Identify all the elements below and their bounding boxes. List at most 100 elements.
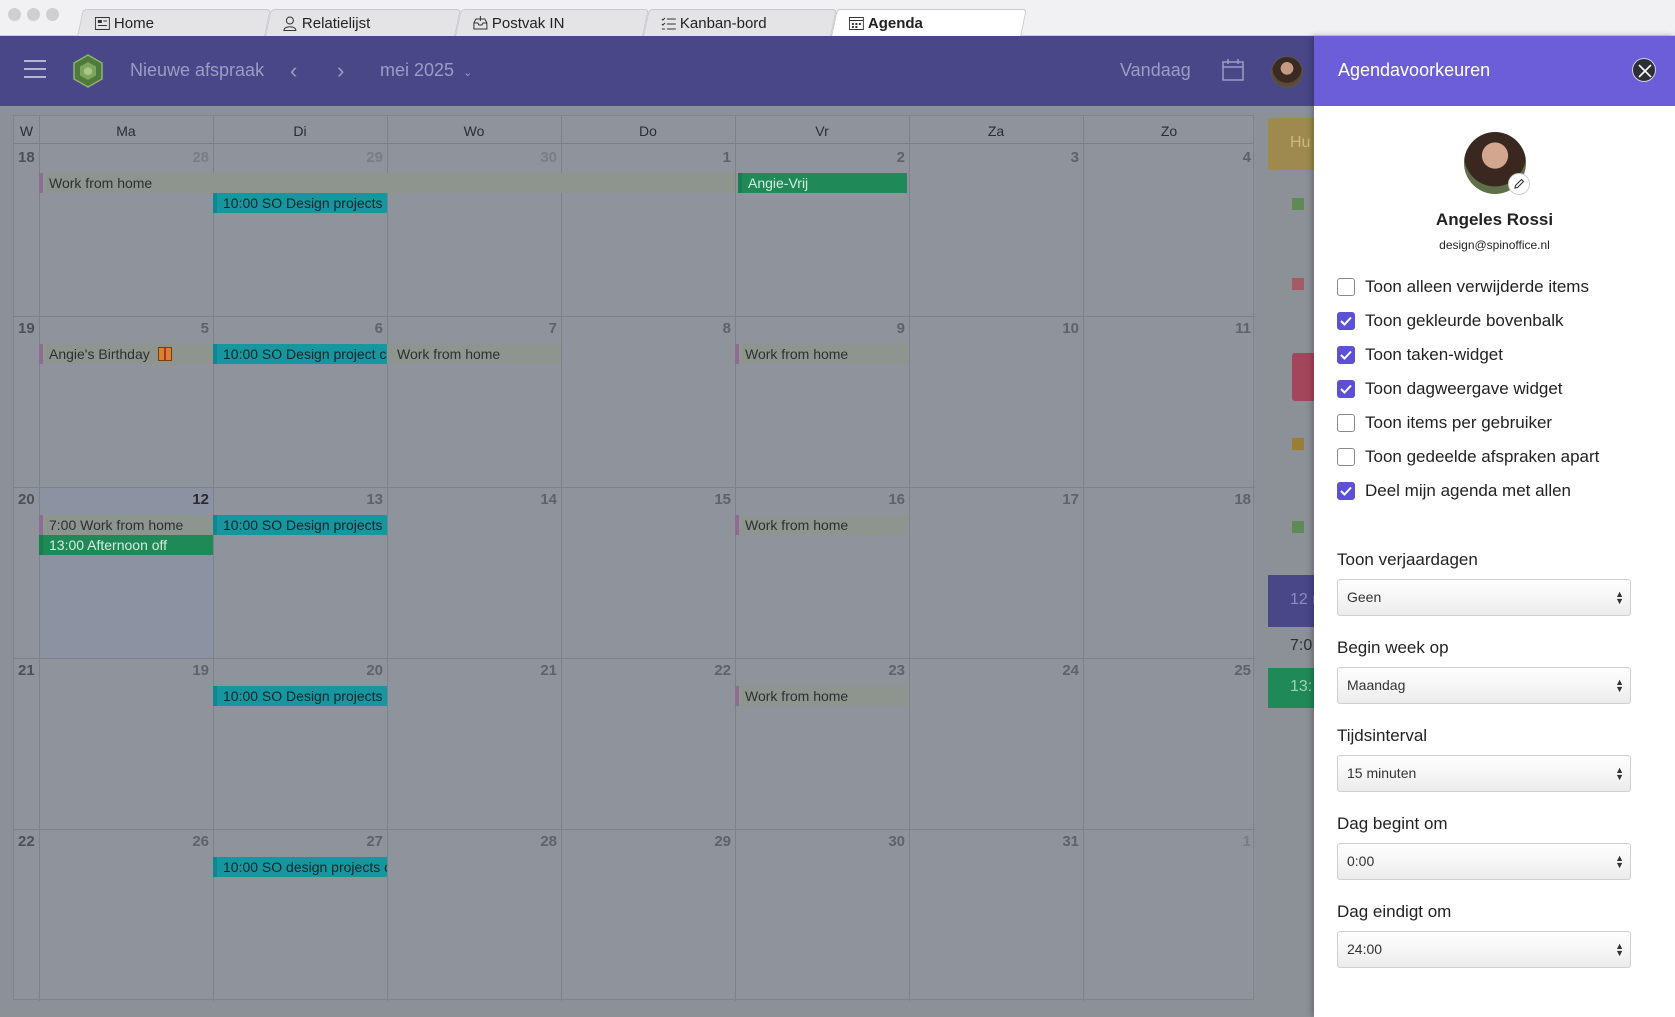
day-start-select[interactable]: 0:00 ▲ ▼	[1337, 843, 1631, 880]
option-share-agenda[interactable]: Deel mijn agenda met allen	[1337, 480, 1571, 502]
event-so-design[interactable]: 10:00 SO design projects c	[213, 857, 387, 877]
birthdays-select[interactable]: Geen ▲ ▼	[1337, 579, 1631, 616]
day-number[interactable]: 5	[169, 320, 209, 337]
day-number[interactable]: 27	[343, 833, 383, 850]
checkbox[interactable]	[1337, 414, 1355, 432]
day-number[interactable]: 29	[343, 149, 383, 166]
day-number[interactable]: 12	[169, 491, 209, 508]
checkbox[interactable]	[1337, 380, 1355, 398]
option-day-widget[interactable]: Toon dagweergave widget	[1337, 378, 1563, 400]
tab-agenda-label: Agenda	[867, 14, 923, 32]
day-number[interactable]: 11	[1211, 320, 1251, 337]
option-items-per-user[interactable]: Toon items per gebruiker	[1337, 412, 1552, 434]
window-minimize-dot[interactable]	[27, 8, 40, 21]
option-label: Toon taken-widget	[1365, 345, 1503, 364]
today-button[interactable]: Vandaag	[1120, 60, 1191, 81]
day-number[interactable]: 1	[691, 149, 731, 166]
day-number[interactable]: 9	[865, 320, 905, 337]
event-work-from-home[interactable]: Work from home	[735, 515, 909, 535]
day-number[interactable]: 15	[691, 491, 731, 508]
side-widgets: Hu 12 n 7:0 13:	[1262, 115, 1332, 1000]
new-appointment-button[interactable]: Nieuwe afspraak	[130, 60, 264, 81]
window-close-dot[interactable]	[8, 8, 21, 21]
day-number[interactable]: 21	[517, 662, 557, 679]
day-number[interactable]: 4	[1211, 149, 1251, 166]
option-shared-separate[interactable]: Toon gedeelde afspraken apart	[1337, 446, 1599, 468]
day-number[interactable]: 8	[691, 320, 731, 337]
week-number[interactable]: 21	[18, 662, 35, 679]
event-work-from-home[interactable]: Work from home	[39, 173, 735, 193]
tab-kanban[interactable]: Kanban-bord	[643, 9, 837, 36]
calendar-picker-icon[interactable]	[1222, 59, 1244, 81]
event-so-design[interactable]: 10:00 SO Design projects c	[213, 686, 387, 706]
day-number[interactable]: 6	[343, 320, 383, 337]
day-number[interactable]: 22	[691, 662, 731, 679]
day-number[interactable]: 7	[517, 320, 557, 337]
time-interval-select[interactable]: 15 minuten ▲ ▼	[1337, 755, 1631, 792]
checkbox[interactable]	[1337, 448, 1355, 466]
select-arrows-icon: ▲ ▼	[1615, 941, 1624, 958]
day-number[interactable]: 19	[169, 662, 209, 679]
option-label: Toon dagweergave widget	[1365, 379, 1563, 398]
app-logo[interactable]	[70, 53, 106, 89]
checkbox[interactable]	[1337, 346, 1355, 364]
prev-month-icon[interactable]: ‹	[290, 58, 297, 84]
day-number[interactable]: 1	[1211, 833, 1251, 850]
tab-postvak[interactable]: Postvak IN	[455, 9, 649, 36]
day-number[interactable]: 31	[1039, 833, 1079, 850]
day-number[interactable]: 10	[1039, 320, 1079, 337]
day-number[interactable]: 25	[1211, 662, 1251, 679]
day-end-select[interactable]: 24:00 ▲ ▼	[1337, 931, 1631, 968]
event-so-design[interactable]: 10:00 SO Design projects c	[213, 193, 387, 213]
event-so-design[interactable]: 10:00 SO Design projects c	[213, 515, 387, 535]
today-cell[interactable]	[40, 488, 213, 658]
week-number[interactable]: 18	[18, 149, 35, 166]
day-number[interactable]: 24	[1039, 662, 1079, 679]
event-afternoon-off[interactable]: 13:00 Afternoon off	[39, 535, 213, 555]
day-number[interactable]: 14	[517, 491, 557, 508]
option-tasks-widget[interactable]: Toon taken-widget	[1337, 344, 1503, 366]
option-deleted-items[interactable]: Toon alleen verwijderde items	[1337, 276, 1589, 298]
week-start-select[interactable]: Maandag ▲ ▼	[1337, 667, 1631, 704]
day-number[interactable]: 30	[517, 149, 557, 166]
window-maximize-dot[interactable]	[46, 8, 59, 21]
avatar[interactable]	[1271, 56, 1303, 88]
event-birthday[interactable]: Angie's Birthday	[39, 344, 213, 364]
day-number[interactable]: 30	[865, 833, 905, 850]
event-angie-vrij[interactable]: Angie-Vrij	[738, 173, 907, 193]
tab-home[interactable]: Home	[77, 9, 271, 36]
option-colored-topbar[interactable]: Toon gekleurde bovenbalk	[1337, 310, 1563, 332]
day-number[interactable]: 3	[1039, 149, 1079, 166]
week-number[interactable]: 19	[18, 320, 35, 337]
day-number[interactable]: 16	[865, 491, 905, 508]
edit-avatar-button[interactable]	[1508, 173, 1530, 195]
event-so-design[interactable]: 10:00 SO Design project ca	[213, 344, 387, 364]
day-number[interactable]: 28	[517, 833, 557, 850]
next-month-icon[interactable]: ›	[337, 58, 344, 84]
close-button[interactable]	[1632, 58, 1656, 82]
event-work-from-home[interactable]: Work from home	[735, 686, 909, 706]
month-selector[interactable]: mei 2025 ⌄	[380, 60, 472, 81]
check-icon	[1340, 350, 1352, 360]
checkbox[interactable]	[1337, 482, 1355, 500]
checkbox[interactable]	[1337, 312, 1355, 330]
checkbox[interactable]	[1337, 278, 1355, 296]
tab-agenda[interactable]: Agenda	[831, 9, 1027, 36]
week-number[interactable]: 20	[18, 491, 35, 508]
day-number[interactable]: 23	[865, 662, 905, 679]
day-number[interactable]: 18	[1211, 491, 1251, 508]
day-number[interactable]: 29	[691, 833, 731, 850]
select-value: 24:00	[1347, 941, 1383, 957]
day-number[interactable]: 26	[169, 833, 209, 850]
week-number[interactable]: 22	[18, 833, 35, 850]
day-number[interactable]: 2	[865, 149, 905, 166]
day-number[interactable]: 28	[169, 149, 209, 166]
event-work-from-home[interactable]: Work from home	[735, 344, 909, 364]
day-number[interactable]: 13	[343, 491, 383, 508]
event-work-from-home[interactable]: 7:00 Work from home	[39, 515, 213, 535]
tab-relatielijst[interactable]: Relatielijst	[265, 9, 461, 36]
event-work-from-home[interactable]: Work from home	[387, 344, 561, 364]
day-number[interactable]: 17	[1039, 491, 1079, 508]
day-number[interactable]: 20	[343, 662, 383, 679]
menu-icon[interactable]	[24, 60, 46, 82]
